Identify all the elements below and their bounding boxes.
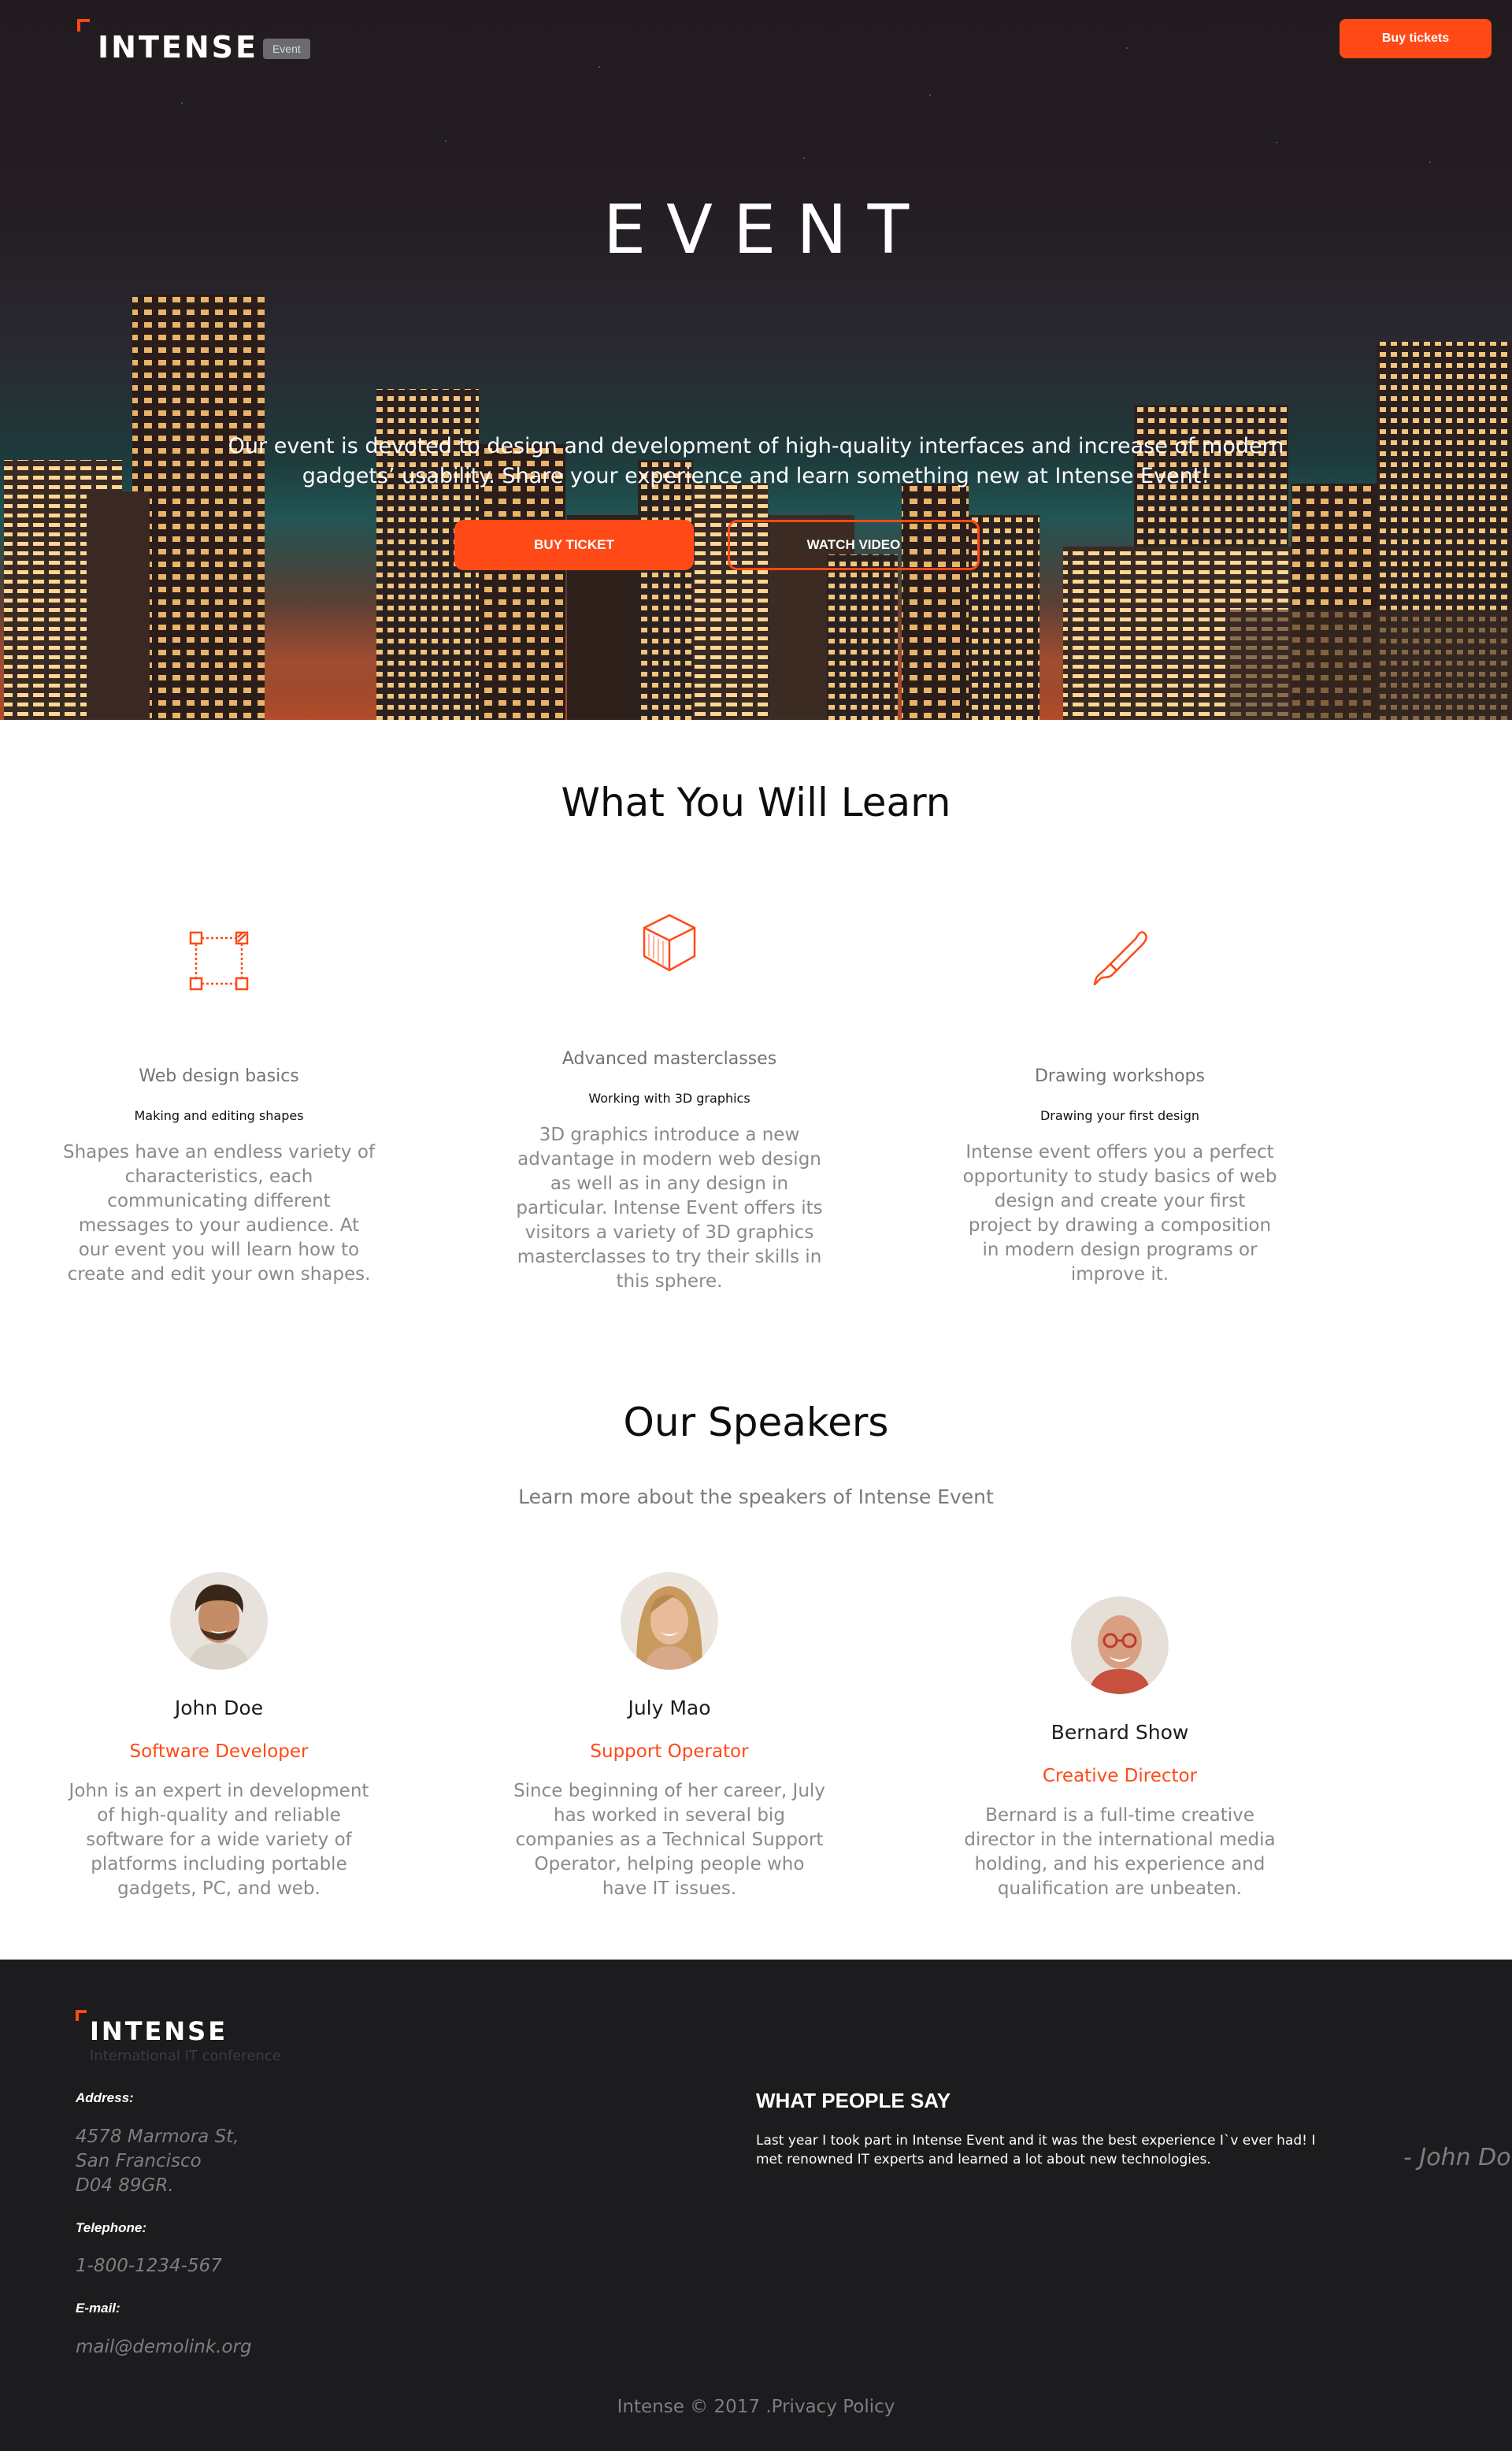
feature-text: 3D graphics introduce a new advantage in…: [516, 1125, 823, 1292]
logo-text: INTENSE: [98, 30, 258, 65]
testimonial-title: WHAT PEOPLE SAY: [756, 2089, 951, 2112]
site-logo[interactable]: INTENSE Event: [77, 19, 310, 65]
shapes-icon: [189, 931, 249, 991]
address-line: San Francisco: [76, 2151, 202, 2171]
copyright-privacy-link[interactable]: Intense © 2017 .Privacy Policy: [0, 2397, 1512, 2417]
speaker-bio: Bernard is a full-time creative director…: [964, 1805, 1276, 1899]
feature-subheading: Drawing your first design: [1040, 1108, 1200, 1123]
speaker-role[interactable]: Creative Director: [962, 1766, 1277, 1786]
speaker-avatar[interactable]: [621, 1572, 718, 1670]
speakers-subtitle: Learn more about the speakers of Intense…: [518, 1485, 994, 1508]
speaker-name: John Doe: [174, 1696, 264, 1719]
testimonial-text: Last year I took part in Intense Event a…: [756, 2133, 1316, 2167]
speaker-bio: John is an expert in development of high…: [69, 1781, 369, 1899]
city-skyline-image: [0, 295, 1512, 720]
speaker-name: Bernard Show: [1051, 1721, 1189, 1744]
testimonial-author: - John Doe: [1403, 2144, 1512, 2171]
speaker-card: Bernard Show Creative Director Bernard i…: [962, 1596, 1277, 1901]
telephone-link[interactable]: 1-800-1234-567: [76, 2254, 222, 2279]
telephone-label: Telephone:: [76, 2220, 147, 2235]
buy-tickets-button[interactable]: Buy tickets: [1340, 19, 1492, 58]
feature-heading: Drawing workshops: [1034, 1066, 1205, 1086]
hero-description: Our event is devoted to design and devel…: [228, 434, 1284, 488]
email-label: E-mail:: [76, 2301, 120, 2316]
hero-title: EVENT: [602, 191, 930, 269]
feature-heading: Advanced masterclasses: [561, 1049, 777, 1069]
hero-section: INTENSE Event Buy tickets EVENT Our even…: [0, 0, 1512, 720]
feature-heading: Web design basics: [139, 1066, 299, 1086]
logo-corner-mark: [77, 19, 90, 32]
footer-tagline: International IT conference: [90, 2048, 281, 2064]
address-line: D04 89GR.: [76, 2175, 174, 2196]
feature-subheading: Making and editing shapes: [134, 1108, 304, 1123]
speaker-role[interactable]: Software Developer: [61, 1741, 376, 1762]
speaker-card: John Doe Software Developer John is an e…: [61, 1572, 376, 1901]
address-label: Address:: [76, 2090, 134, 2105]
feature-card: Web design basics Making and editing sha…: [61, 929, 376, 1287]
feature-text: Shapes have an endless variety of charac…: [63, 1142, 375, 1285]
footer-logo-text: INTENSE: [90, 2016, 228, 2046]
cube-icon: [643, 914, 696, 972]
footer: INTENSE International IT conference: [0, 1960, 1512, 2451]
watch-video-button[interactable]: WATCH VIDEO: [728, 520, 980, 570]
speaker-bio: Since beginning of her career, July has …: [513, 1781, 825, 1899]
logo-badge: Event: [262, 39, 310, 59]
feature-text: Intense event offers you a perfect oppor…: [962, 1142, 1277, 1285]
feature-card: Advanced masterclasses Working with 3D g…: [512, 912, 827, 1294]
address-line: 4578 Marmora St,: [76, 2127, 239, 2147]
speaker-card: July Mao Support Operator Since beginnin…: [512, 1572, 827, 1901]
learn-section-title: What You Will Learn: [561, 780, 951, 825]
speaker-role[interactable]: Support Operator: [512, 1741, 827, 1762]
speaker-avatar[interactable]: [170, 1572, 268, 1670]
email-link[interactable]: mail@demolink.org: [76, 2335, 252, 2360]
speaker-name: July Mao: [628, 1696, 711, 1719]
speakers-section-title: Our Speakers: [623, 1400, 889, 1445]
brush-icon: [1093, 931, 1147, 986]
feature-card: Drawing workshops Drawing your first des…: [962, 929, 1277, 1287]
feature-subheading: Working with 3D graphics: [588, 1091, 750, 1106]
buy-ticket-button[interactable]: BUY TICKET: [454, 520, 694, 570]
logo-corner-mark: [76, 2010, 87, 2021]
speaker-avatar[interactable]: [1071, 1596, 1169, 1694]
